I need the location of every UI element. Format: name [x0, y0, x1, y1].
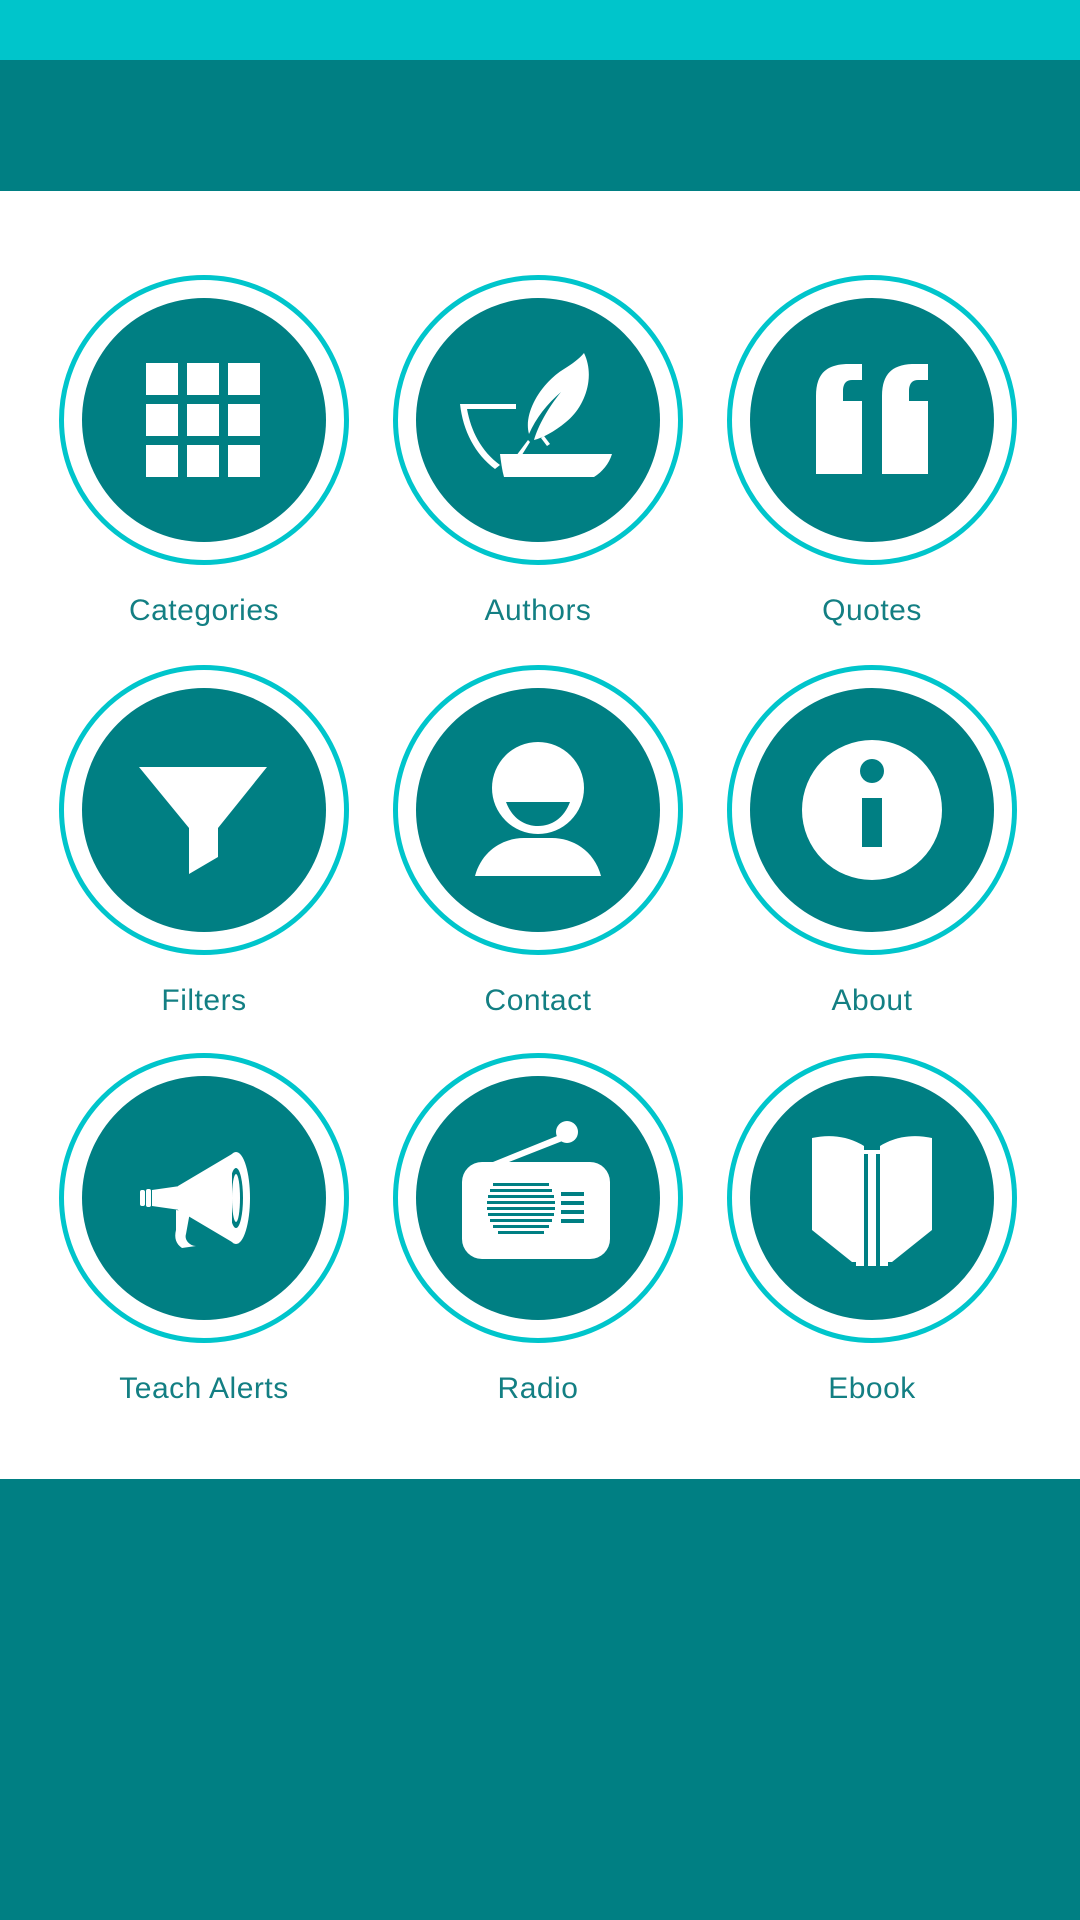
menu-grid: Categories Authors Quotes Filters Contac… — [0, 191, 1080, 1479]
grid-icon — [82, 298, 326, 542]
info-icon — [750, 688, 994, 932]
icon-disc — [750, 298, 994, 542]
icon-disc — [82, 688, 326, 932]
menu-item-label: Quotes — [822, 594, 922, 627]
megaphone-icon — [82, 1076, 326, 1320]
menu-item-label: Ebook — [828, 1372, 916, 1405]
icon-ring — [59, 1053, 349, 1343]
quote-icon — [750, 298, 994, 542]
icon-disc — [82, 298, 326, 542]
person-icon — [416, 688, 660, 932]
icon-ring — [727, 665, 1017, 955]
menu-grid-area: Categories Authors Quotes Filters Contac… — [0, 191, 1080, 1479]
menu-item-about[interactable]: About — [705, 665, 1039, 1055]
icon-disc — [750, 688, 994, 932]
menu-item-label: Contact — [484, 984, 592, 1017]
icon-disc — [416, 688, 660, 932]
icon-ring — [393, 275, 683, 565]
book-icon — [750, 1076, 994, 1320]
menu-item-radio[interactable]: Radio — [371, 1053, 705, 1443]
status-bar — [0, 0, 1080, 60]
menu-item-contact[interactable]: Contact — [371, 665, 705, 1055]
menu-item-label: Teach Alerts — [119, 1372, 289, 1405]
icon-disc — [416, 1076, 660, 1320]
menu-item-label: Categories — [128, 594, 280, 627]
menu-item-label: Filters — [161, 984, 247, 1017]
radio-icon — [416, 1076, 660, 1320]
icon-disc — [82, 1076, 326, 1320]
quill-inkpot-icon — [416, 298, 660, 542]
icon-disc — [416, 298, 660, 542]
app-bar — [0, 60, 1080, 191]
menu-item-ebook[interactable]: Ebook — [705, 1053, 1039, 1443]
icon-disc — [750, 1076, 994, 1320]
icon-ring — [727, 1053, 1017, 1343]
menu-item-filters[interactable]: Filters — [37, 665, 371, 1055]
menu-item-label: Radio — [497, 1372, 579, 1405]
menu-item-teach-alerts[interactable]: Teach Alerts — [37, 1053, 371, 1443]
menu-item-authors[interactable]: Authors — [371, 275, 705, 665]
menu-item-label: Authors — [484, 594, 592, 627]
icon-ring — [59, 665, 349, 955]
icon-ring — [393, 665, 683, 955]
footer — [0, 1479, 1080, 1920]
menu-item-categories[interactable]: Categories — [37, 275, 371, 665]
icon-ring — [727, 275, 1017, 565]
funnel-icon — [82, 688, 326, 932]
menu-item-label: About — [831, 984, 913, 1017]
icon-ring — [393, 1053, 683, 1343]
icon-ring — [59, 275, 349, 565]
menu-item-quotes[interactable]: Quotes — [705, 275, 1039, 665]
